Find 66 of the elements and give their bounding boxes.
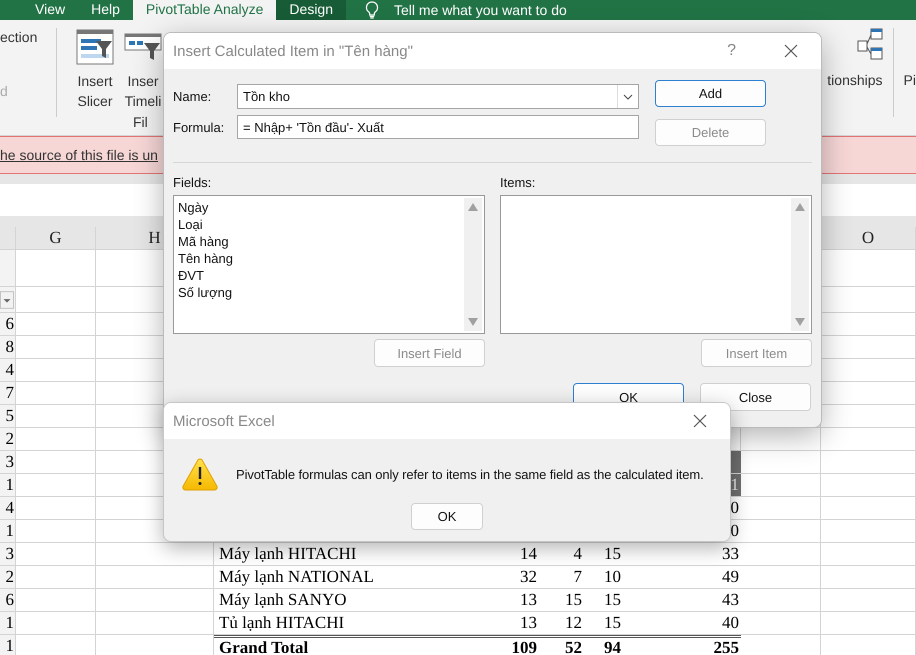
formula-label: Formula: xyxy=(173,120,226,134)
table-cell: Grand Total xyxy=(214,635,469,655)
help-button[interactable]: ? xyxy=(727,42,736,60)
ok-button[interactable]: OK xyxy=(411,503,483,530)
cell-value: 5 xyxy=(6,406,14,426)
tell-me-search[interactable]: Tell me what you want to do xyxy=(394,2,567,18)
table-cell: 13 xyxy=(469,612,539,635)
ribbon-tab[interactable]: Help xyxy=(78,0,133,20)
name-combo-box[interactable]: Tồn kho xyxy=(237,84,639,109)
window-title: Microsoft Excel xyxy=(173,412,276,430)
cell-value: 6 xyxy=(6,590,14,610)
field-list-item[interactable]: Tên hàng xyxy=(178,250,458,267)
fields-label: Fields: xyxy=(173,175,212,191)
security-warning-link[interactable]: he source of this file is un xyxy=(0,147,158,163)
cell-value: 8 xyxy=(6,337,14,357)
close-icon[interactable] xyxy=(784,44,798,58)
items-label: Items: xyxy=(500,175,536,191)
cell-value: 7 xyxy=(6,383,14,403)
cell-value: 2 xyxy=(6,429,14,449)
scroll-down-icon[interactable] xyxy=(468,318,478,326)
relationships-icon xyxy=(856,28,883,62)
cell-value: 3 xyxy=(6,544,14,564)
cell-value: 1 xyxy=(6,636,14,655)
table-cell: 12 xyxy=(539,612,584,635)
name-label: Name: xyxy=(173,89,212,104)
cell-value: 1 xyxy=(6,613,14,633)
field-list-item[interactable]: Ngày xyxy=(178,199,458,216)
fields-list[interactable]: Ngày Loại Mã hàng Tên hàng ĐVT Số lượng xyxy=(173,195,485,334)
ribbon-command[interactable]: Pi xyxy=(904,20,916,135)
field-list-item[interactable]: ĐVT xyxy=(178,267,458,284)
table-cell: 255 xyxy=(649,635,741,655)
field-list-item[interactable]: Số lượng xyxy=(178,284,458,301)
formula-field[interactable]: = Nhập+ 'Tồn đầu'- Xuất xyxy=(237,115,639,139)
cell-value: 6 xyxy=(6,314,14,334)
slicer-icon xyxy=(76,29,114,65)
ribbon-button[interactable]: Insert Slicer xyxy=(73,29,117,111)
table-cell: 15 xyxy=(584,612,649,635)
ribbon-tab[interactable]: Design xyxy=(276,0,346,20)
items-list[interactable] xyxy=(500,195,812,334)
table-cell: Tủ lạnh HITACHI xyxy=(214,612,469,635)
table-cell: 94 xyxy=(584,635,649,655)
ribbon-tab[interactable]: View xyxy=(22,0,78,20)
table-cell: 40 xyxy=(649,612,741,635)
cell-value: 1 xyxy=(6,521,14,541)
dialog-button[interactable]: Add xyxy=(655,80,766,107)
scroll-up-icon[interactable] xyxy=(468,203,478,211)
ribbon-command[interactable]: ection xyxy=(0,29,56,45)
ribbon-button[interactable]: Inser Timeli xyxy=(121,29,165,111)
warning-icon xyxy=(182,457,218,491)
table-cell: 109 xyxy=(469,635,539,655)
ribbon-tab[interactable]: PivotTable Analyze xyxy=(132,0,276,20)
cell-value: 1 xyxy=(6,475,14,495)
table-cell: 52 xyxy=(539,635,584,655)
dialog-button[interactable]: Close xyxy=(700,383,811,411)
close-icon[interactable] xyxy=(693,414,707,428)
cell-value: 4 xyxy=(6,360,14,380)
relationships-button[interactable]: tionships xyxy=(827,20,883,135)
chevron-down-icon xyxy=(623,94,633,100)
cell-value: 2 xyxy=(6,567,14,587)
window-title: Insert Calculated Item in "Tên hàng" xyxy=(173,42,414,60)
group-label: Fil xyxy=(133,114,149,130)
filter-dropdown-icon[interactable] xyxy=(0,290,14,310)
cell-value: 4 xyxy=(6,498,14,518)
cell-value: 3 xyxy=(6,452,14,472)
scroll-down-icon[interactable] xyxy=(795,318,805,326)
scroll-up-icon[interactable] xyxy=(795,203,805,211)
